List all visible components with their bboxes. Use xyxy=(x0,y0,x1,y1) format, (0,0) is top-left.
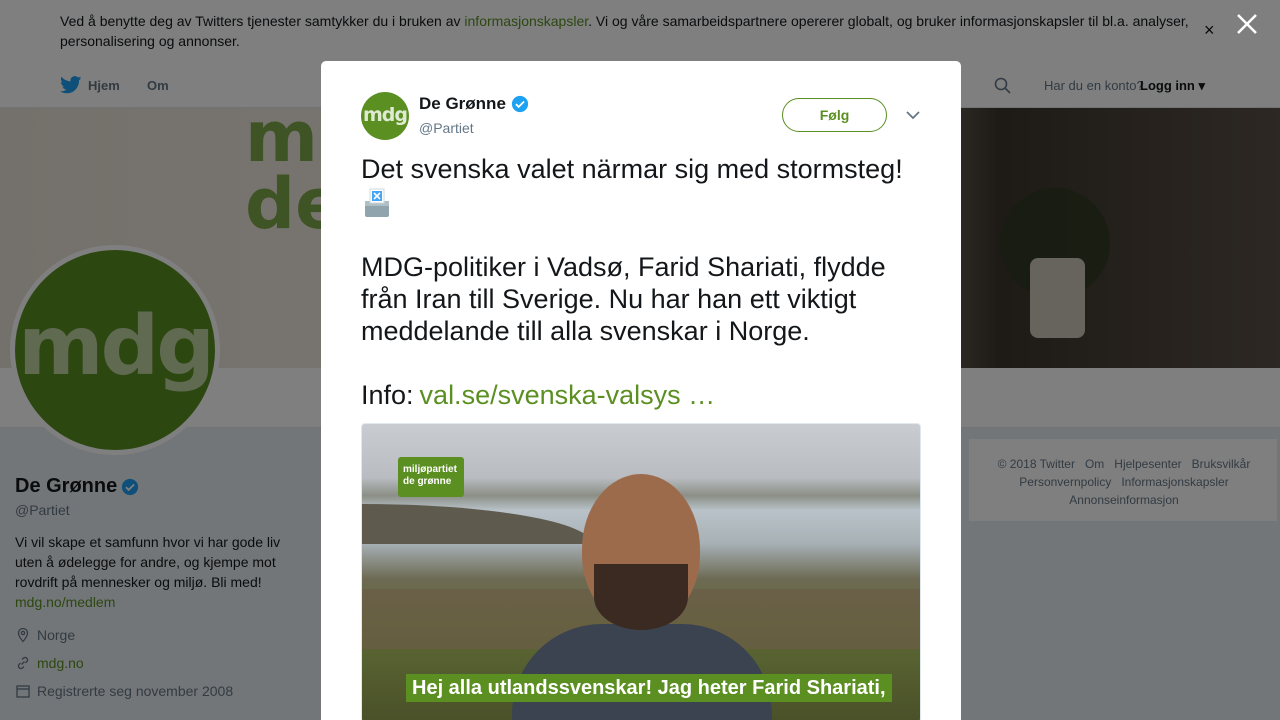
tweet-info-link[interactable]: val.se/svenska-valsys … xyxy=(420,380,716,410)
close-icon[interactable] xyxy=(1234,11,1260,37)
video-person-beard xyxy=(594,564,688,630)
tweet-author-name[interactable]: De Grønne xyxy=(419,94,529,114)
tweet-author-avatar[interactable]: mdg xyxy=(361,92,409,140)
video-hill xyxy=(362,504,592,544)
tweet-text: Det svenska valet närmar sig med stormst… xyxy=(361,153,931,443)
tweet-paragraph: Det svenska valet närmar sig med stormst… xyxy=(361,153,931,219)
tweet-modal: mdg De Grønne @Partiet Følg Det svenska … xyxy=(321,61,961,720)
video-party-logo: miljøpartiet de grønne xyxy=(398,457,464,497)
chevron-down-icon[interactable] xyxy=(901,105,925,125)
follow-button[interactable]: Følg xyxy=(782,98,887,132)
tweet-paragraph: MDG-politiker i Vadsø, Farid Shariati, f… xyxy=(361,251,886,346)
verified-badge-icon xyxy=(511,95,529,113)
tweet-author-name-text: De Grønne xyxy=(419,94,506,113)
tweet-author-avatar-text: mdg xyxy=(363,103,408,126)
tweet-video[interactable]: miljøpartiet de grønne Hej alla utlandss… xyxy=(361,423,921,720)
tweet-paragraph-1: Det svenska valet närmar sig med stormst… xyxy=(361,154,903,184)
tweet-info-line: Info: val.se/svenska-valsys … xyxy=(361,379,931,411)
ballot-box-icon xyxy=(365,188,389,217)
video-caption: Hej alla utlandssvenskar! Jag heter Fari… xyxy=(406,674,892,702)
tweet-author-handle[interactable]: @Partiet xyxy=(419,120,474,136)
tweet-info-label: Info: xyxy=(361,379,414,410)
